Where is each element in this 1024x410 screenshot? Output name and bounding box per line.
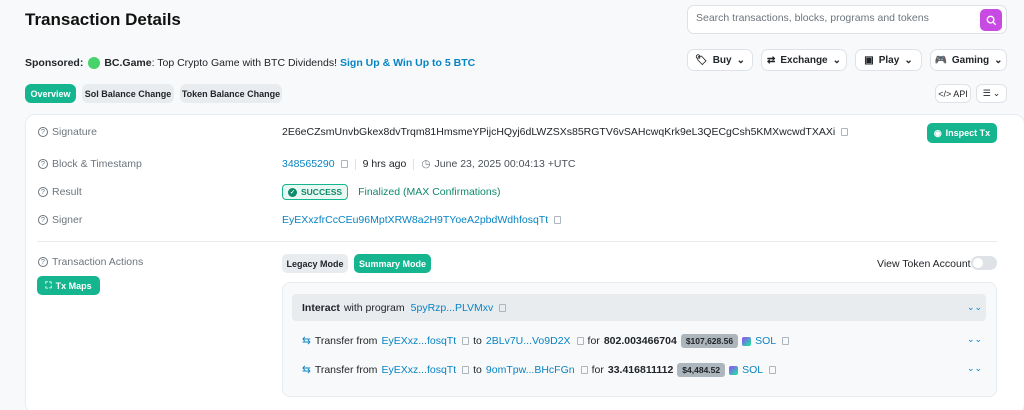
sol-icon (729, 365, 739, 375)
api-button[interactable]: </> API (935, 84, 971, 103)
chevron-down-icon: ⌄ (992, 88, 1001, 98)
search-button[interactable] (980, 9, 1002, 31)
sponsor-banner: Sponsored: BC.Game : Top Crypto Game wit… (25, 57, 475, 69)
help-icon: ? (38, 215, 48, 225)
transfer-to-link[interactable]: 2BLv7U...Vo9D2X (486, 335, 571, 347)
help-icon: ? (38, 257, 48, 267)
program-link[interactable]: 5pyRzp...PLVMxv (411, 302, 494, 314)
sponsor-cta-link[interactable]: Sign Up & Win Up to 5 BTC (340, 57, 475, 69)
block-timestamp-label: ? Block & Timestamp (38, 158, 142, 170)
tab-sol-balance-change[interactable]: Sol Balance Change (82, 84, 174, 103)
view-token-account-toggle[interactable] (971, 256, 997, 270)
expand-icon[interactable]: ⌄⌄ (967, 363, 982, 374)
transfer-icon: ⇆ (302, 335, 311, 347)
inspect-tx-button[interactable]: ◉ Inspect Tx (927, 123, 997, 143)
expand-icon[interactable]: ⌄⌄ (967, 302, 982, 313)
buy-button[interactable]: 🏷 Buy ⌄ (687, 49, 753, 71)
sponsor-prefix: Sponsored: (25, 57, 84, 69)
copy-icon[interactable] (499, 304, 507, 312)
result-label: ? Result (38, 186, 82, 198)
page-title: Transaction Details (25, 10, 181, 29)
tab-overview[interactable]: Overview (25, 84, 76, 103)
sponsor-brand: BC.Game (104, 57, 152, 69)
help-icon: ? (38, 127, 48, 137)
transaction-actions-label: ? Transaction Actions (38, 256, 143, 268)
help-icon: ? (38, 159, 48, 169)
copy-icon[interactable] (340, 160, 348, 168)
exchange-button[interactable]: ⇄ Exchange ⌄ (761, 49, 847, 71)
code-icon: </> (938, 88, 952, 99)
search-icon (986, 15, 996, 25)
transfer-icon: ⇆ (302, 364, 311, 376)
chevron-down-icon: ⌄ (994, 54, 1003, 66)
transfer-from-link[interactable]: EyEXxz...fosqTt (381, 335, 456, 347)
tx-maps-button[interactable]: ⛶ Tx Maps (37, 276, 100, 295)
view-options-button[interactable]: ☰ ⌄ (976, 84, 1007, 103)
transfer-row: ⇆ Transfer from EyEXxz...fosqTt to 9omTp… (302, 363, 777, 377)
chevron-down-icon: ⌄ (832, 54, 842, 66)
chevron-down-icon: ⌄ (736, 54, 745, 66)
copy-icon[interactable] (782, 337, 790, 345)
transfer-to-link[interactable]: 9omTpw...BHcFGn (486, 364, 575, 376)
help-icon: ? (38, 187, 48, 197)
signer-link[interactable]: EyEXxzfrCcCEu96MptXRW8a2H9TYoeA2pbdWdhfo… (282, 214, 548, 226)
sponsor-text: : Top Crypto Game with BTC Dividends! (151, 57, 337, 69)
exchange-icon: ⇄ (766, 54, 776, 66)
sol-icon (742, 336, 752, 346)
transfer-row: ⇆ Transfer from EyEXxz...fosqTt to 2BLv7… (302, 334, 790, 348)
interact-text: Interact with program 5pyRzp...PLVMxv (302, 302, 507, 314)
block-link[interactable]: 348565290 (282, 158, 335, 170)
finalized-text: Finalized (MAX Confirmations) (358, 186, 501, 198)
gamepad-icon: 🎮 (934, 54, 947, 66)
list-icon: ☰ (982, 88, 991, 98)
copy-icon[interactable] (462, 337, 470, 345)
copy-icon[interactable] (554, 216, 562, 224)
age-text: 9 hrs ago (362, 158, 407, 170)
block-timestamp-value: 348565290 9 hrs ago ◷ June 23, 2025 00:0… (282, 158, 576, 170)
signature-value: 2E6eCZsmUnvbGkex8dvTrqm81HmsmeYPijcHQyj6… (282, 126, 849, 138)
search-bar[interactable] (687, 5, 1007, 34)
copy-icon[interactable] (580, 366, 588, 374)
transfer-from-link[interactable]: EyEXxz...fosqTt (381, 364, 456, 376)
token-link[interactable]: SOL (755, 335, 776, 347)
legacy-mode-button[interactable]: Legacy Mode (282, 254, 348, 273)
check-icon: ✓ (288, 187, 297, 197)
transfer-amount: 33.416811112 (607, 364, 674, 376)
signer-label: ? Signer (38, 214, 82, 226)
copy-icon[interactable] (841, 128, 849, 136)
summary-mode-button[interactable]: Summary Mode (354, 254, 431, 273)
usd-value-badge: $107,628.56 (680, 334, 739, 348)
copy-icon[interactable] (462, 366, 470, 374)
result-value: ✓ SUCCESS Finalized (MAX Confirmations) (282, 184, 500, 200)
usd-value-badge: $4,484.52 (677, 363, 726, 377)
copy-icon[interactable] (769, 366, 777, 374)
view-token-account-label: View Token Account (877, 258, 971, 270)
tag-icon: 🏷 (695, 54, 708, 66)
play-button[interactable]: ▣ Play ⌄ (855, 49, 922, 71)
map-icon: ⛶ (45, 280, 52, 290)
divider (37, 241, 997, 242)
chevron-down-icon: ⌄ (904, 54, 913, 66)
gaming-button[interactable]: 🎮 Gaming ⌄ (930, 49, 1007, 71)
transfer-amount: 802.003466704 (603, 335, 677, 347)
search-input[interactable] (696, 12, 976, 24)
play-icon: ▣ (864, 54, 874, 66)
success-badge: ✓ SUCCESS (282, 184, 349, 200)
signer-value: EyEXxzfrCcCEu96MptXRW8a2H9TYoeA2pbdWdhfo… (282, 214, 562, 226)
token-link[interactable]: SOL (742, 364, 763, 376)
signature-label: ? Signature (38, 126, 97, 138)
bcgame-logo-icon (88, 57, 101, 69)
copy-icon[interactable] (576, 337, 584, 345)
clock-icon: ◷ (421, 158, 431, 170)
expand-icon[interactable]: ⌄⌄ (967, 334, 982, 345)
tab-token-balance-change[interactable]: Token Balance Change (180, 84, 282, 103)
timestamp-text: June 23, 2025 00:04:13 +UTC (434, 158, 576, 170)
eye-icon: ◉ (933, 127, 942, 138)
